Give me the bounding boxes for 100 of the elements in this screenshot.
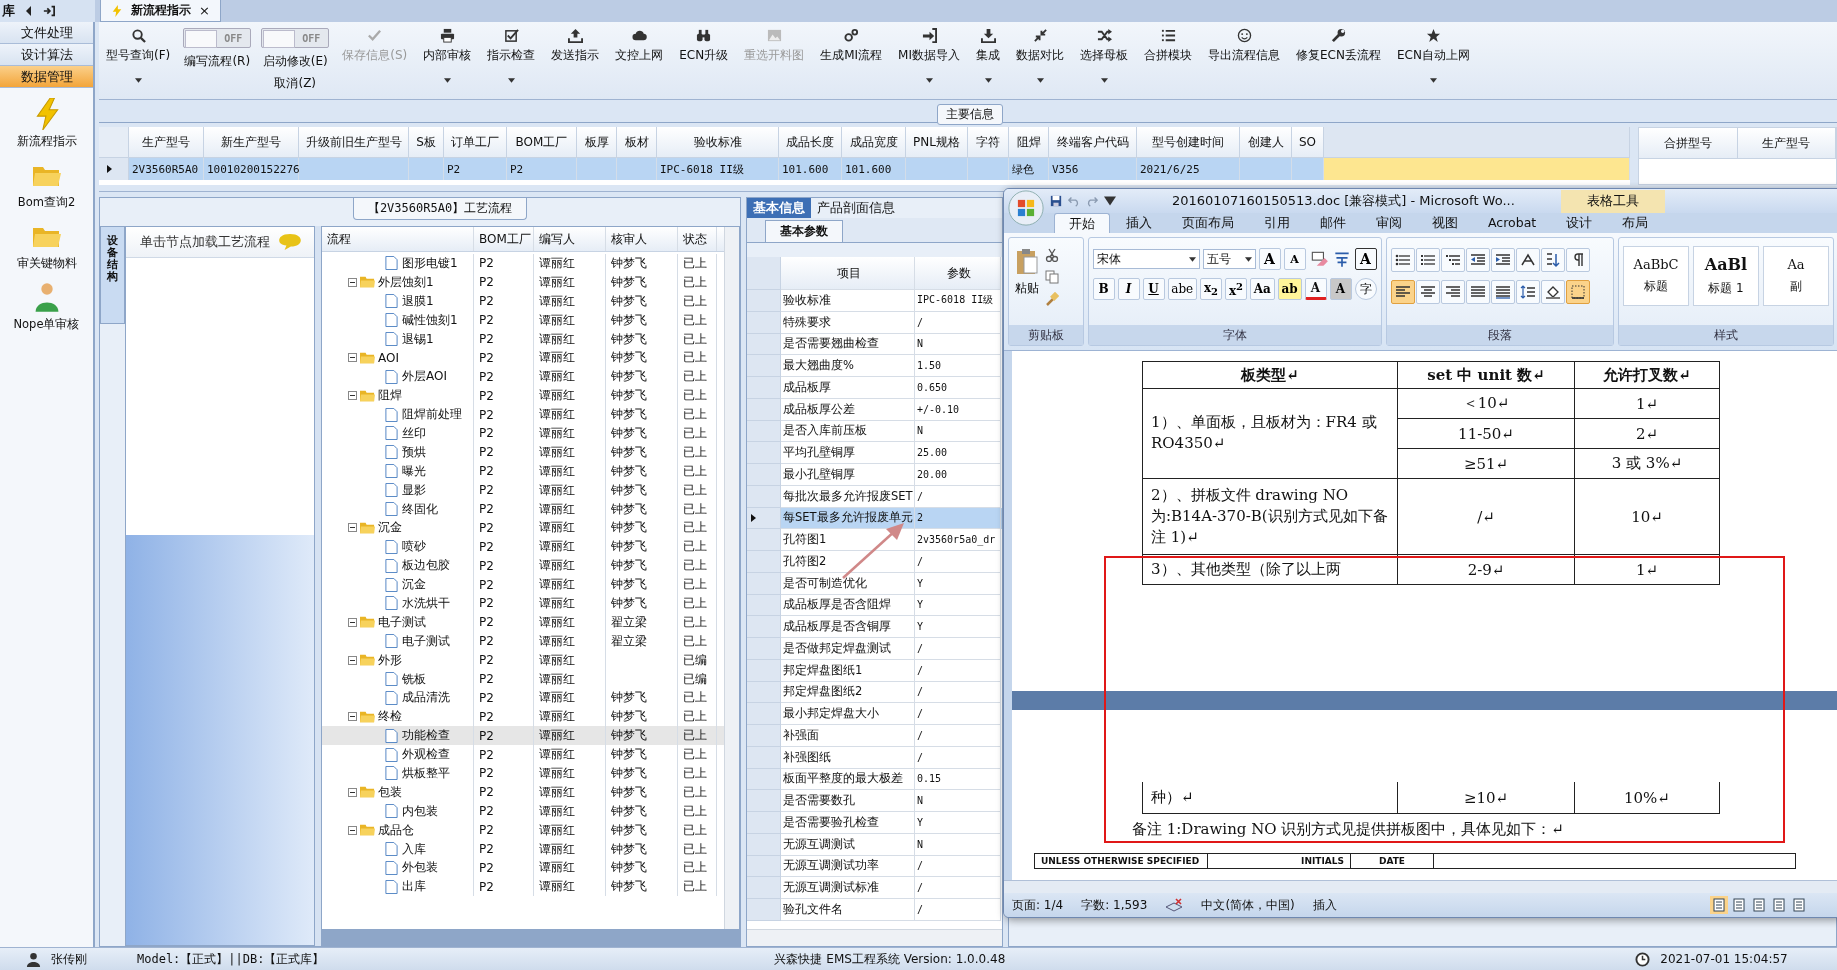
tree-row[interactable]: 阻焊前处理 P2 谭丽红 钟梦飞 已上: [322, 405, 724, 424]
font-name-field[interactable]: 宋体: [1092, 249, 1200, 269]
tree-row[interactable]: 板边包胶 P2 谭丽红 钟梦飞 已上: [322, 556, 724, 576]
tree-node-label[interactable]: 电子测试: [402, 632, 450, 650]
column-header[interactable]: 型号创建时间: [1137, 127, 1240, 158]
tree-node-label[interactable]: 功能检查: [402, 727, 450, 745]
collapse-toggle-icon[interactable]: [348, 617, 357, 627]
format-button[interactable]: ab: [1277, 278, 1302, 300]
table-row[interactable]: 是否需要翘曲检查 N: [747, 333, 1002, 356]
tree-row[interactable]: 外形 P2 谭丽红 已编: [322, 650, 724, 670]
table-row[interactable]: 最小邦定焊盘大小 /: [747, 703, 1002, 725]
sidebar-item[interactable]: Nope单审核: [13, 317, 80, 332]
toolbar-button[interactable]: 修复ECN丢流程: [1293, 28, 1384, 64]
tree-row[interactable]: 沉金 P2 谭丽红 钟梦飞 已上: [322, 575, 724, 595]
proofing-icon[interactable]: [1165, 898, 1184, 912]
toolbar-button[interactable]: 发送指示: [548, 28, 603, 64]
tree-row[interactable]: 包装 P2 谭丽红 钟梦飞 已上: [322, 782, 724, 802]
tree-node-label[interactable]: 入库: [402, 840, 426, 858]
tree-node-label[interactable]: 退膜1: [402, 292, 434, 310]
collapse-toggle-icon[interactable]: [348, 277, 357, 287]
tree-row[interactable]: 出库 P2 谭丽红 钟梦飞 已上: [322, 877, 724, 897]
table-row[interactable]: 特殊要求 /: [747, 311, 1002, 334]
justify-icon[interactable]: [1465, 280, 1490, 304]
text-direction-icon[interactable]: [1515, 248, 1540, 272]
format-button[interactable]: B: [1092, 278, 1115, 300]
column-header[interactable]: 流程: [322, 227, 474, 251]
bullets-icon[interactable]: [1390, 248, 1415, 272]
tree-row[interactable]: 成品清洗 P2 谭丽红 钟梦飞 已上: [322, 688, 724, 708]
brush-icon[interactable]: [1045, 292, 1059, 306]
tree-row[interactable]: 烘板整平 P2 谭丽红 钟梦飞 已上: [322, 764, 724, 783]
sidebar-item[interactable]: 审关键物料: [16, 256, 77, 271]
ribbon-tab[interactable]: 邮件: [1306, 213, 1360, 233]
column-header[interactable]: 新生产型号: [204, 127, 299, 158]
table-row[interactable]: 验收标准 IPC-6018 II级: [747, 290, 1002, 312]
tree-node-label[interactable]: 终检: [378, 708, 402, 726]
tree-row[interactable]: 水洗烘干 P2 谭丽红 钟梦飞 已上: [322, 594, 724, 613]
column-header[interactable]: 状态: [678, 227, 717, 251]
tree-node-label[interactable]: 终固化: [402, 500, 438, 518]
ribbon-tab[interactable]: 引用: [1250, 213, 1304, 233]
toolbar-button[interactable]: 数据对比: [1013, 28, 1067, 83]
save-icon[interactable]: [1050, 195, 1062, 207]
font-size-field[interactable]: 五号: [1202, 249, 1256, 269]
tree-row[interactable]: 预烘 P2 谭丽红 钟梦飞 已上: [322, 442, 724, 462]
table-row[interactable]: 是否入库前压板 N: [747, 420, 1002, 443]
tree-row[interactable]: 外包装 P2 谭丽红 钟梦飞 已上: [322, 858, 724, 878]
column-header[interactable]: S板: [409, 127, 444, 158]
collapse-toggle-icon[interactable]: [348, 825, 357, 835]
sidebar-section[interactable]: 设计算法: [0, 44, 93, 66]
tree-row[interactable]: 沉金 P2 谭丽红 钟梦飞 已上: [322, 518, 724, 538]
ribbon-tab[interactable]: 视图: [1418, 213, 1472, 233]
ribbon-tab[interactable]: 设计: [1552, 213, 1607, 233]
column-header[interactable]: 终端客户代码: [1049, 127, 1137, 158]
table-row[interactable]: 最大翘曲度% 1.50: [747, 355, 1002, 377]
table-row[interactable]: 是否可制造优化 Y: [747, 572, 1002, 595]
tree-row[interactable]: 铣板 P2 谭丽红 已编: [322, 669, 724, 689]
sort-icon[interactable]: [1540, 248, 1565, 272]
column-header[interactable]: SO: [1292, 127, 1324, 158]
draft-icon[interactable]: [1790, 896, 1808, 914]
tree-node-label[interactable]: 碱性蚀刻1: [402, 311, 458, 329]
column-header[interactable]: PNL规格: [906, 127, 968, 158]
tree-row[interactable]: 外层蚀刻1 P2 谭丽红 钟梦飞 已上: [322, 272, 724, 292]
format-button[interactable]: abe: [1167, 278, 1197, 300]
tree-row[interactable]: 电子测试 P2 谭丽红 翟立梁 已上: [322, 612, 724, 632]
tree-row[interactable]: 外观检查 P2 谭丽红 钟梦飞 已上: [322, 745, 724, 765]
sidebar-item[interactable]: 新流程指示: [16, 134, 77, 149]
tree-row[interactable]: 图形电镀1 P2 谭丽红 钟梦飞 已上: [322, 254, 724, 273]
caret-icon[interactable]: [1104, 195, 1116, 207]
tree-row[interactable]: 入库 P2 谭丽红 钟梦飞 已上: [322, 839, 724, 859]
close-button[interactable]: ×: [199, 3, 210, 18]
scissors-icon[interactable]: [1045, 248, 1059, 262]
tree-row[interactable]: 退锡1 P2 谭丽红 钟梦飞 已上: [322, 329, 724, 349]
table-row[interactable]: 平均孔壁铜厚 25.00: [747, 442, 1002, 464]
numbering-icon[interactable]: [1415, 248, 1440, 272]
table-row[interactable]: 孔符图2 /: [747, 551, 1002, 573]
collapse-toggle-icon[interactable]: [348, 523, 357, 533]
ribbon-tab[interactable]: 插入: [1112, 213, 1166, 233]
splitter-handle[interactable]: [315, 226, 321, 946]
tree-node-label[interactable]: 阻焊: [378, 387, 402, 405]
tree-node-label[interactable]: 铣板: [402, 670, 426, 688]
vertical-tab[interactable]: 设备结构: [100, 226, 125, 324]
column-header[interactable]: 核审人: [606, 227, 678, 251]
horizontal-scrollbar[interactable]: [1004, 880, 1837, 893]
print-layout-icon[interactable]: [1710, 896, 1728, 914]
vertical-scrollbar[interactable]: [724, 227, 739, 929]
tree-row[interactable]: 曝光 P2 谭丽红 钟梦飞 已上: [322, 461, 724, 481]
table-row[interactable]: 成品板厚是否含阻焊 Y: [747, 594, 1002, 617]
style-preset[interactable]: Aa 副: [1763, 246, 1829, 306]
tree-node-label[interactable]: 沉金: [378, 519, 402, 537]
table-row[interactable]: 是否需要验孔检查 Y: [747, 812, 1002, 834]
tree-row[interactable]: 退膜1 P2 谭丽红 钟梦飞 已上: [322, 291, 724, 311]
toolbar-button[interactable]: ECN升级: [676, 28, 732, 64]
tab[interactable]: 产品剖面信息: [811, 198, 901, 218]
column-header[interactable]: 升级前旧生产型号: [299, 127, 409, 158]
table-row[interactable]: 每批次最多允许报废SET /: [747, 485, 1002, 508]
format-button[interactable]: 字: [1354, 278, 1377, 300]
table-row[interactable]: 邦定焊盘图纸1 /: [747, 659, 1002, 682]
align-left-icon[interactable]: [1390, 280, 1415, 304]
collapse-toggle-icon[interactable]: [348, 391, 357, 401]
increase-indent-icon[interactable]: [1490, 248, 1515, 272]
tree-node-label[interactable]: 成品清洗: [402, 689, 450, 707]
